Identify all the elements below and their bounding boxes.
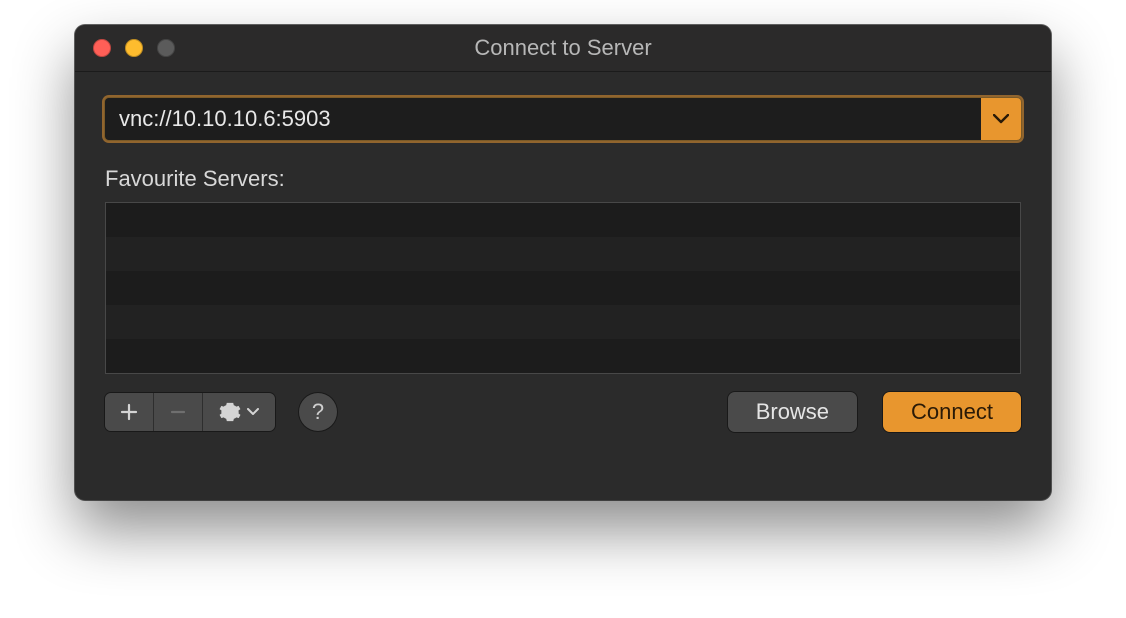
minus-icon: [169, 403, 187, 421]
add-favourite-button[interactable]: [105, 393, 154, 431]
list-row: [106, 305, 1020, 339]
server-address-input[interactable]: [105, 98, 981, 140]
recent-servers-dropdown[interactable]: [981, 98, 1021, 140]
plus-icon: [120, 403, 138, 421]
close-window-button[interactable]: [93, 39, 111, 57]
help-button[interactable]: ?: [299, 393, 337, 431]
connect-button[interactable]: Connect: [883, 392, 1021, 432]
titlebar: Connect to Server: [75, 25, 1051, 72]
list-row: [106, 271, 1020, 305]
browse-button-label: Browse: [756, 399, 829, 425]
window-title: Connect to Server: [75, 35, 1051, 61]
chevron-down-icon: [247, 408, 259, 416]
connect-button-label: Connect: [911, 399, 993, 425]
list-row: [106, 203, 1020, 237]
connect-to-server-window: Connect to Server Favourite Servers:: [75, 25, 1051, 500]
chevron-down-icon: [993, 114, 1009, 124]
list-row: [106, 237, 1020, 271]
remove-favourite-button: [154, 393, 203, 431]
footer-toolbar: ? Browse Connect: [105, 392, 1021, 432]
gear-icon: [219, 401, 241, 423]
list-row: [106, 339, 1020, 373]
window-controls: [93, 39, 175, 57]
favourite-servers-label: Favourite Servers:: [105, 166, 1021, 192]
action-menu-button[interactable]: [203, 393, 275, 431]
browse-button[interactable]: Browse: [728, 392, 857, 432]
list-edit-segment: [105, 393, 275, 431]
question-icon: ?: [312, 399, 324, 425]
zoom-window-button: [157, 39, 175, 57]
favourite-servers-list[interactable]: [105, 202, 1021, 374]
content-area: Favourite Servers:: [75, 72, 1051, 432]
minimize-window-button[interactable]: [125, 39, 143, 57]
server-address-combo: [105, 98, 1021, 140]
